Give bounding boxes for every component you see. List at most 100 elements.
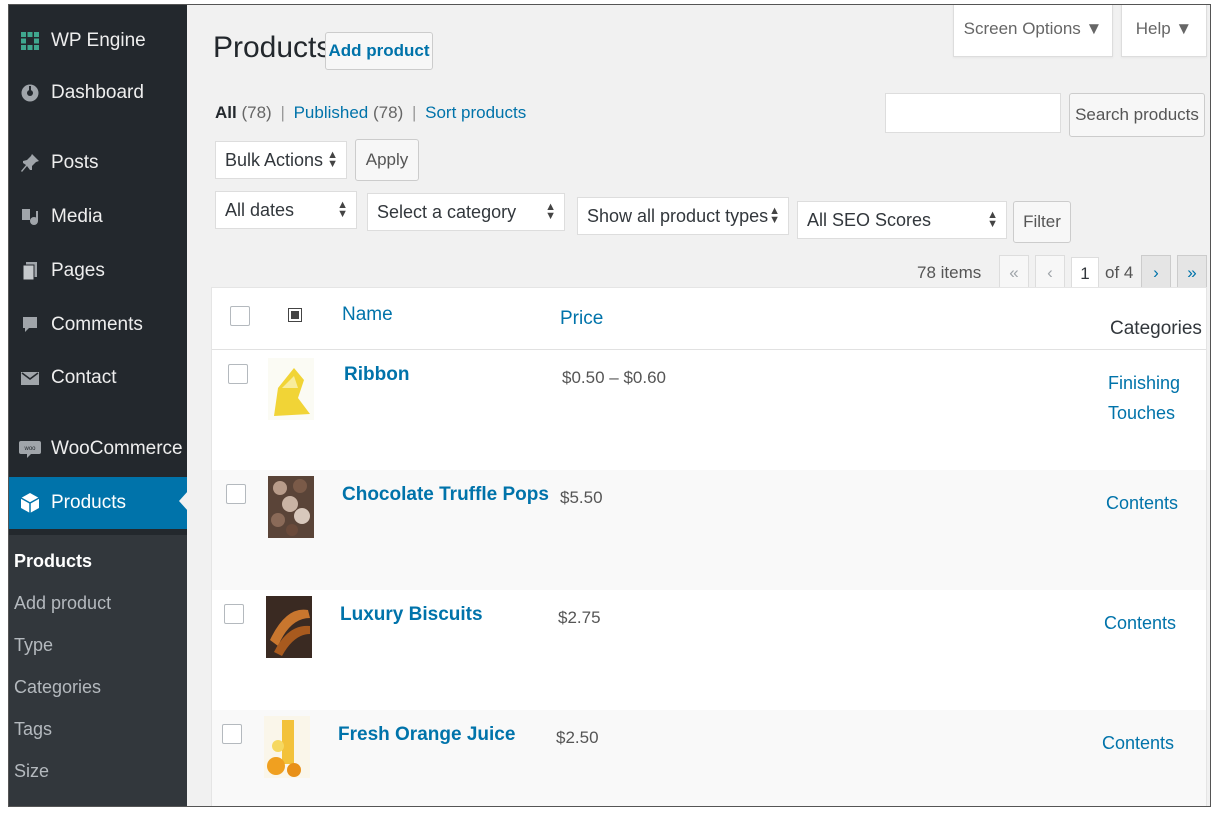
product-price: $5.50 [560,488,603,507]
menu-item-contact[interactable]: Contact [9,354,187,402]
submenu-size[interactable]: Size [14,761,49,782]
screen-options-button[interactable]: Screen Options ▼ [953,5,1113,57]
menu-item-woocommerce[interactable]: woo WooCommerce [9,425,187,473]
row-checkbox[interactable] [228,364,248,384]
row-checkbox[interactable] [222,724,242,744]
table-row: Chocolate Truffle Pops $5.50 Contents [212,470,1206,590]
product-category-link[interactable]: Contents [1104,608,1184,638]
view-published-count: (78) [373,103,404,122]
menu-item-pages[interactable]: Pages [9,247,187,295]
menu-item-media[interactable]: Media [9,193,187,241]
bulk-actions-value: Bulk Actions [225,149,324,170]
product-type-filter-value: Show all product types [587,205,769,226]
submenu-add-product[interactable]: Add product [14,593,111,614]
products-box-icon [17,490,43,516]
table-row: Fresh Orange Juice $2.50 Contents [212,710,1206,806]
current-page-input[interactable]: 1 [1071,257,1099,291]
view-all-count: (78) [241,103,272,122]
product-thumbnail[interactable] [268,476,314,538]
seo-filter-select[interactable]: All SEO Scores ▲ ▼ [797,201,1007,239]
menu-item-label: Dashboard [51,82,144,103]
seo-filter-value: All SEO Scores [807,209,932,230]
apply-button[interactable]: Apply [355,139,419,181]
search-input[interactable] [885,93,1061,133]
filter-button[interactable]: Filter [1013,201,1071,243]
image-column-icon [288,308,302,322]
table-row: Luxury Biscuits $2.75 Contents [212,590,1206,710]
product-thumbnail[interactable] [264,716,310,778]
product-category-link[interactable]: Contents [1102,728,1182,758]
product-category-link[interactable]: Contents [1106,488,1186,518]
category-filter-select[interactable]: Select a category ▲ ▼ [367,193,565,231]
total-pages: of 4 [1105,263,1134,282]
menu-item-label: WP Engine [51,30,146,51]
page-title: Products [213,31,332,64]
select-arrows-icon: ▲ ▼ [545,201,556,222]
submenu-tags[interactable]: Tags [14,719,52,740]
menu-item-label: Pages [51,260,105,281]
row-checkbox[interactable] [224,604,244,624]
select-arrows-icon: ▲ ▼ [337,199,348,220]
menu-item-label: Comments [51,314,143,335]
menu-item-products[interactable]: Products [9,477,188,529]
prev-page-button[interactable]: ‹ [1035,255,1065,291]
row-checkbox[interactable] [226,484,246,504]
add-product-button[interactable]: Add product [325,32,433,70]
separator: | [280,103,285,122]
product-name-link[interactable]: Fresh Orange Juice [338,724,515,746]
main-content: Screen Options ▼ Help ▼ Products Add pro… [187,5,1210,806]
product-category-link[interactable]: Finishing Touches [1108,368,1188,428]
view-published-link[interactable]: Published [294,103,369,122]
menu-item-posts[interactable]: Posts [9,139,187,187]
menu-item-comments[interactable]: Comments [9,301,187,349]
product-name-link[interactable]: Ribbon [344,364,409,386]
submenu-type[interactable]: Type [14,635,53,656]
view-filters: All (78) | Published (78) | Sort product… [215,103,526,123]
product-type-filter-select[interactable]: Show all product types ▲ ▼ [577,197,789,235]
svg-text:woo: woo [23,446,36,452]
first-page-button[interactable]: « [999,255,1029,291]
product-price: $2.75 [558,608,601,627]
menu-item-wp-engine[interactable]: WP Engine [9,17,187,65]
category-filter-value: Select a category [377,201,517,222]
product-thumbnail[interactable] [266,596,312,658]
woocommerce-icon: woo [17,436,43,462]
products-submenu: Products Add product Type Categories Tag… [9,535,187,806]
help-button[interactable]: Help ▼ [1121,5,1207,57]
product-name-link[interactable]: Chocolate Truffle Pops [342,484,549,506]
search-products-button[interactable]: Search products [1069,93,1205,137]
product-price: $0.50 – $0.60 [562,368,666,387]
select-arrows-icon: ▲ ▼ [987,209,998,230]
pin-icon [17,150,43,176]
column-name[interactable]: Name [342,304,393,326]
select-all-checkbox[interactable] [230,306,250,326]
select-arrows-icon: ▲ ▼ [327,149,338,170]
last-page-button[interactable]: » [1177,255,1207,291]
select-arrows-icon: ▲ ▼ [769,205,780,226]
dates-filter-value: All dates [225,199,295,220]
menu-item-label: Media [51,206,103,227]
menu-item-label: Posts [51,152,99,173]
dashboard-icon [17,80,43,106]
table-header: Name Price Categories [212,288,1206,350]
submenu-categories[interactable]: Categories [14,677,101,698]
submenu-products[interactable]: Products [14,551,92,572]
product-name-link[interactable]: Luxury Biscuits [340,604,483,626]
view-all-link[interactable]: All [215,103,237,122]
bulk-actions-select[interactable]: Bulk Actions ▲ ▼ [215,141,347,179]
menu-item-label: Products [51,492,126,513]
product-thumbnail[interactable] [268,358,314,420]
products-table: Name Price Categories Ribbon $0.50 – $0.… [211,287,1207,806]
menu-item-label: Contact [51,367,117,388]
menu-item-label: WooCommerce [51,438,183,459]
dates-filter-select[interactable]: All dates ▲ ▼ [215,191,357,229]
screenshot-frame: WP Engine Dashboard Posts Media Pages Co… [8,4,1211,807]
product-price: $2.50 [556,728,599,747]
column-categories: Categories [1110,318,1202,339]
admin-sidebar: WP Engine Dashboard Posts Media Pages Co… [9,5,188,806]
column-price[interactable]: Price [560,308,603,330]
menu-item-dashboard[interactable]: Dashboard [9,69,187,117]
sort-products-link[interactable]: Sort products [425,103,526,122]
mail-icon [17,365,43,391]
next-page-button[interactable]: › [1141,255,1171,291]
